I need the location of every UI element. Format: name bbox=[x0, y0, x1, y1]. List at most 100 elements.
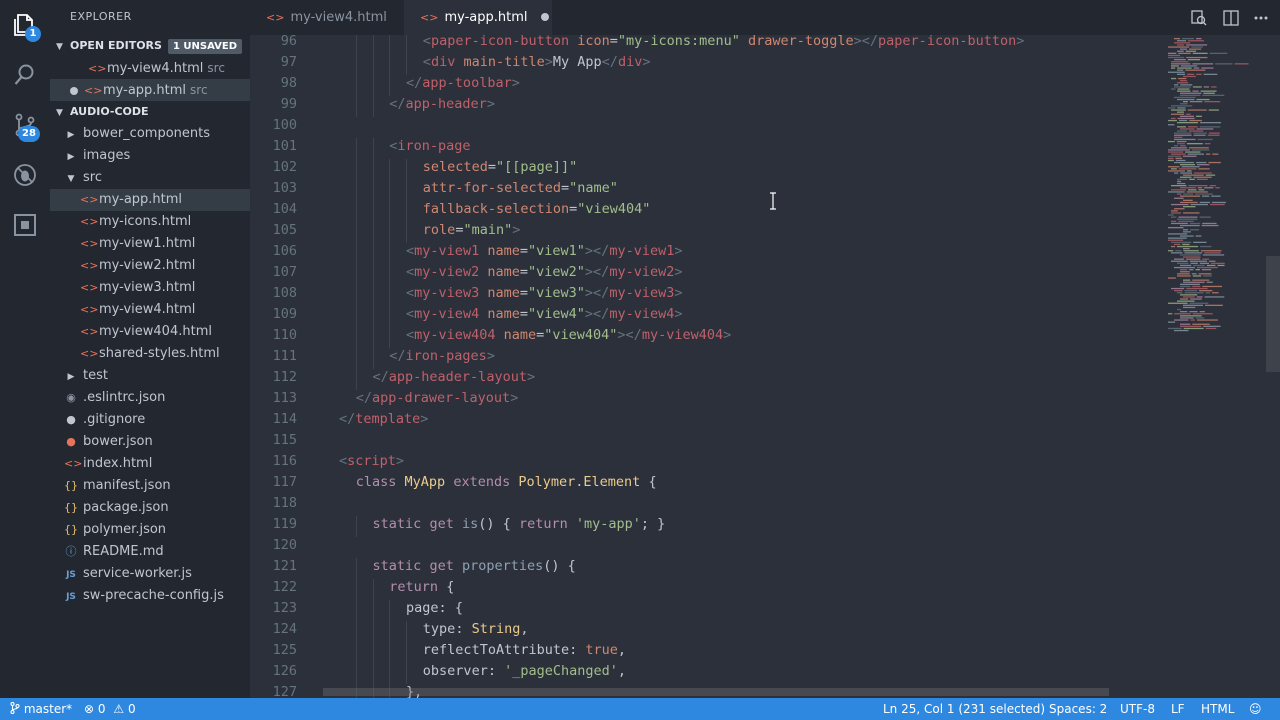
tree-file[interactable]: <>index.html bbox=[50, 453, 250, 475]
minimap-line bbox=[1183, 212, 1200, 214]
horizontal-scrollbar[interactable] bbox=[323, 688, 1109, 696]
tree-file[interactable]: {} manifest.json bbox=[50, 475, 250, 497]
minimap-line bbox=[1174, 197, 1184, 199]
json-file-icon: {} bbox=[64, 479, 78, 492]
cursor-position[interactable]: Ln 25, Col 1 (231 selected) bbox=[883, 698, 1045, 720]
explorer-icon[interactable] bbox=[0, 0, 50, 50]
tree-file[interactable]: <>my-view404.html bbox=[50, 321, 250, 343]
minimap-line bbox=[1182, 155, 1197, 157]
minimap-line bbox=[1171, 117, 1176, 120]
problems-indicator[interactable]: ⊗ 0 ⚠ 0 bbox=[84, 698, 136, 720]
minimap[interactable] bbox=[1168, 38, 1268, 338]
tree-folder[interactable]: ▶ test bbox=[50, 365, 250, 387]
minimap-line bbox=[1168, 140, 1175, 143]
tree-file[interactable]: <>my-view3.html bbox=[50, 277, 250, 299]
indent-guide bbox=[372, 327, 374, 348]
minimap-line bbox=[1184, 290, 1198, 292]
minimap-line bbox=[1192, 63, 1214, 65]
tree-file[interactable]: <>my-view1.html bbox=[50, 233, 250, 255]
minimap-line bbox=[1211, 86, 1217, 88]
tree-file[interactable]: <>shared-styles.html bbox=[50, 343, 250, 365]
minimap-line bbox=[1183, 281, 1205, 283]
tab-my-view4[interactable]: <> my-view4.html bbox=[250, 0, 404, 35]
indent-guide bbox=[389, 54, 391, 75]
open-editor-item[interactable]: <>my-view4.html src bbox=[50, 57, 250, 79]
search-icon[interactable] bbox=[0, 50, 50, 100]
source-control-icon[interactable] bbox=[0, 100, 50, 150]
tree-file[interactable]: ◉ .eslintrc.json bbox=[50, 387, 250, 409]
tree-file[interactable]: JS sw-precache-config.js bbox=[50, 585, 250, 607]
encoding[interactable]: UTF-8 bbox=[1120, 698, 1155, 720]
indentation[interactable]: Spaces: 2 bbox=[1049, 698, 1107, 720]
split-editor-icon[interactable] bbox=[1222, 9, 1240, 27]
minimap-line bbox=[1174, 134, 1192, 136]
minimap-line bbox=[1168, 124, 1175, 126]
language-mode[interactable]: HTML bbox=[1201, 698, 1234, 720]
tree-file[interactable]: <>my-view2.html bbox=[50, 255, 250, 277]
minimap-line bbox=[1215, 187, 1220, 189]
minimap-line bbox=[1187, 73, 1195, 75]
html-file-icon: <> bbox=[80, 237, 99, 250]
open-changes-icon[interactable] bbox=[1190, 9, 1208, 27]
unsaved-dot-icon[interactable] bbox=[541, 13, 550, 21]
tab-my-app[interactable]: <> my-app.html bbox=[404, 0, 552, 35]
code-line: <my-view1 name="view1"></my-view1> bbox=[406, 243, 683, 259]
tree-file[interactable]: {} polymer.json bbox=[50, 519, 250, 541]
tree-file[interactable]: ● bower.json bbox=[50, 431, 250, 453]
minimap-line bbox=[1183, 174, 1204, 176]
minimap-line bbox=[1174, 96, 1196, 99]
open-editors-header[interactable]: ▼ OPEN EDITORS 1 UNSAVED bbox=[50, 35, 250, 57]
source-control-badge: 28 bbox=[18, 126, 40, 142]
tree-file[interactable]: {} package.json bbox=[50, 497, 250, 519]
minimap-line bbox=[1183, 75, 1196, 78]
minimap-line bbox=[1180, 283, 1200, 285]
tree-file[interactable]: <>my-icons.html bbox=[50, 211, 250, 233]
minimap-line bbox=[1174, 59, 1186, 61]
tree-file[interactable]: JS service-worker.js bbox=[50, 563, 250, 585]
minimap-line bbox=[1199, 311, 1205, 313]
indent-guide bbox=[406, 159, 408, 180]
minimap-line bbox=[1180, 317, 1194, 319]
open-editor-name: my-app.html bbox=[103, 83, 187, 98]
html-file-icon: <> bbox=[80, 259, 99, 272]
tree-item-label: polymer.json bbox=[83, 522, 167, 537]
minimap-line bbox=[1202, 258, 1210, 260]
minimap-line bbox=[1171, 67, 1176, 69]
open-editor-item[interactable]: <>my-app.html src bbox=[50, 79, 250, 101]
tree-file[interactable]: ⓘ README.md bbox=[50, 541, 250, 563]
minimap-line bbox=[1176, 140, 1187, 143]
minimap-line bbox=[1168, 107, 1176, 109]
tree-file[interactable]: <>my-app.html bbox=[50, 189, 250, 211]
line-endings[interactable]: LF bbox=[1171, 698, 1185, 720]
project-header[interactable]: ▼ AUDIO-CODE bbox=[50, 101, 250, 123]
extensions-icon[interactable] bbox=[0, 200, 50, 250]
feedback-smiley-icon[interactable]: ☺ bbox=[1249, 698, 1262, 720]
minimap-line bbox=[1183, 256, 1201, 258]
minimap-line bbox=[1186, 113, 1191, 115]
minimap-line bbox=[1196, 161, 1207, 164]
tree-folder[interactable]: ▶ images bbox=[50, 145, 250, 167]
minimap-line bbox=[1174, 258, 1185, 260]
indent-guide bbox=[389, 327, 391, 348]
git-branch[interactable]: master* bbox=[10, 698, 72, 720]
more-actions-icon[interactable] bbox=[1252, 9, 1270, 27]
tree-file[interactable]: <>my-view4.html bbox=[50, 299, 250, 321]
indent-guide bbox=[355, 558, 357, 579]
folder-open-icon: ▼ bbox=[67, 174, 75, 184]
minimap-line bbox=[1192, 279, 1210, 281]
tree-file[interactable]: ● .gitignore bbox=[50, 409, 250, 431]
minimap-line bbox=[1183, 193, 1194, 195]
code-editor[interactable]: 96 <paper-icon-button icon="my-icons:menu… bbox=[250, 35, 1280, 698]
debug-icon[interactable] bbox=[0, 150, 50, 200]
tree-item-label: .gitignore bbox=[83, 412, 146, 427]
minimap-line bbox=[1171, 61, 1189, 63]
code-line: <my-view4 name="view4"></my-view4> bbox=[406, 306, 683, 322]
minimap-line bbox=[1196, 38, 1202, 40]
tree-folder[interactable]: ▼ src bbox=[50, 167, 250, 189]
minimap-line bbox=[1180, 172, 1193, 174]
minimap-slider[interactable] bbox=[1266, 256, 1280, 372]
code-line: </template> bbox=[339, 411, 429, 427]
tree-folder[interactable]: ▶ bower_components bbox=[50, 123, 250, 145]
code-line: attr-for-selected="name" bbox=[422, 180, 618, 196]
minimap-line bbox=[1174, 132, 1192, 134]
